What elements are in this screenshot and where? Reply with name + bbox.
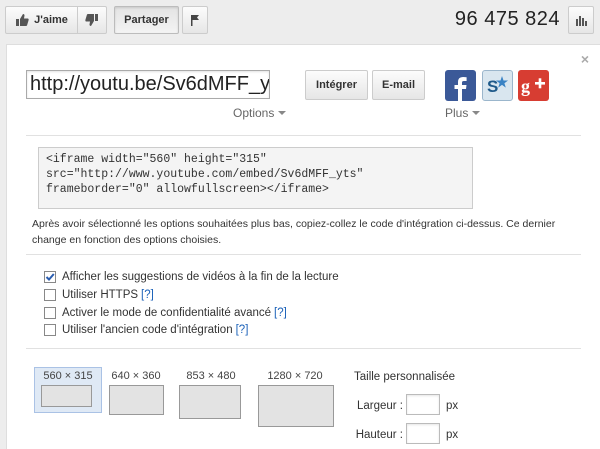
embed-help-text: Après avoir sélectionné les options souh… [32,218,556,246]
size-label: 640 × 360 [111,370,161,382]
height-unit: px [446,429,459,441]
option-label: Activer le mode de confidentialité avanc… [62,307,272,319]
thumbs-down-icon [85,14,98,26]
star-icon: S [487,76,508,96]
size-label: 853 × 480 [186,370,236,382]
size-option-560[interactable]: 560 × 315 [34,367,102,413]
checkbox[interactable] [44,324,56,336]
more-dropdown[interactable]: Plus [445,106,481,120]
share-button[interactable]: Partager [114,6,179,34]
close-icon[interactable]: × [581,51,589,67]
size-thumbnail [41,385,92,407]
action-bar: J'aime Partager 96 475 824 [0,0,600,42]
option-https[interactable]: Utiliser HTTPS [?] [44,287,154,303]
size-label: 560 × 315 [43,370,93,382]
email-label: E-mail [381,79,415,91]
option-old-embed-code[interactable]: Utiliser l'ancien code d'intégration [?] [44,322,248,338]
divider [26,348,581,349]
options-label: Options [233,106,275,120]
embed-label: Intégrer [316,79,357,91]
more-label: Plus [445,106,469,120]
thumbs-up-icon [16,14,29,26]
email-button[interactable]: E-mail [372,70,425,100]
option-label: Utiliser l'ancien code d'intégration [62,324,233,336]
chevron-down-icon [472,111,481,115]
height-label: Hauteur : [355,429,403,441]
embed-code-textarea[interactable]: <iframe width="560" height="315" src="htt… [38,147,473,209]
like-label: J'aime [34,14,68,26]
size-option-853[interactable]: 853 × 480 [178,367,244,421]
width-input[interactable] [406,394,440,415]
bar-chart-icon [576,16,587,26]
width-label: Largeur : [356,400,403,412]
share-label: Partager [124,14,169,26]
facebook-share-button[interactable] [445,70,476,101]
share-url-input[interactable]: http://youtu.be/Sv6dMFF_yts [26,70,270,99]
size-option-640[interactable]: 640 × 360 [105,367,167,419]
option-privacy-enhanced[interactable]: Activer le mode de confidentialité avanc… [44,305,287,321]
stumbleupon-share-button[interactable]: S [482,70,513,101]
embed-button[interactable]: Intégrer [305,70,368,100]
dislike-button[interactable] [77,6,107,34]
divider [26,254,581,255]
help-link[interactable]: [?] [236,324,249,336]
embed-code-line: <iframe width="560" height="315" [46,153,267,166]
custom-size-title: Taille personnalisée [354,371,456,383]
view-count: 96 475 824 [454,8,560,30]
checkmark-icon [45,273,55,281]
svg-text:g: g [521,76,530,96]
help-link[interactable]: [?] [274,307,287,319]
option-label: Afficher les suggestions de vidéos à la … [62,271,339,283]
divider [26,135,581,136]
like-button[interactable]: J'aime [5,6,78,34]
size-thumbnail [179,385,241,419]
height-input[interactable] [406,423,440,444]
help-link[interactable]: [?] [141,289,154,301]
embed-code-line: frameborder="0" allowfullscreen></iframe… [46,183,329,196]
embed-code-line: src="http://www.youtube.com/embed/Sv6dMF… [46,168,364,181]
width-unit: px [446,400,459,412]
flag-icon [191,15,199,26]
size-thumbnail [258,385,334,427]
option-label: Utiliser HTTPS [62,289,139,301]
flag-button[interactable] [182,6,208,34]
googleplus-share-button[interactable]: g [518,70,549,101]
checkbox[interactable] [44,307,56,319]
size-thumbnail [109,385,164,415]
size-label: 1280 × 720 [267,370,323,382]
chevron-down-icon [278,111,287,115]
option-suggested-videos[interactable]: Afficher les suggestions de vidéos à la … [44,269,339,285]
share-panel: × http://youtu.be/Sv6dMFF_yts Options In… [6,44,600,449]
options-dropdown[interactable]: Options [233,106,287,120]
svg-text:S: S [487,77,498,96]
size-option-1280[interactable]: 1280 × 720 [255,367,335,429]
google-plus-icon: g [521,76,545,96]
checkbox[interactable] [44,289,56,301]
checkbox[interactable] [44,271,56,283]
facebook-icon [454,77,467,101]
stats-button[interactable] [568,6,594,34]
